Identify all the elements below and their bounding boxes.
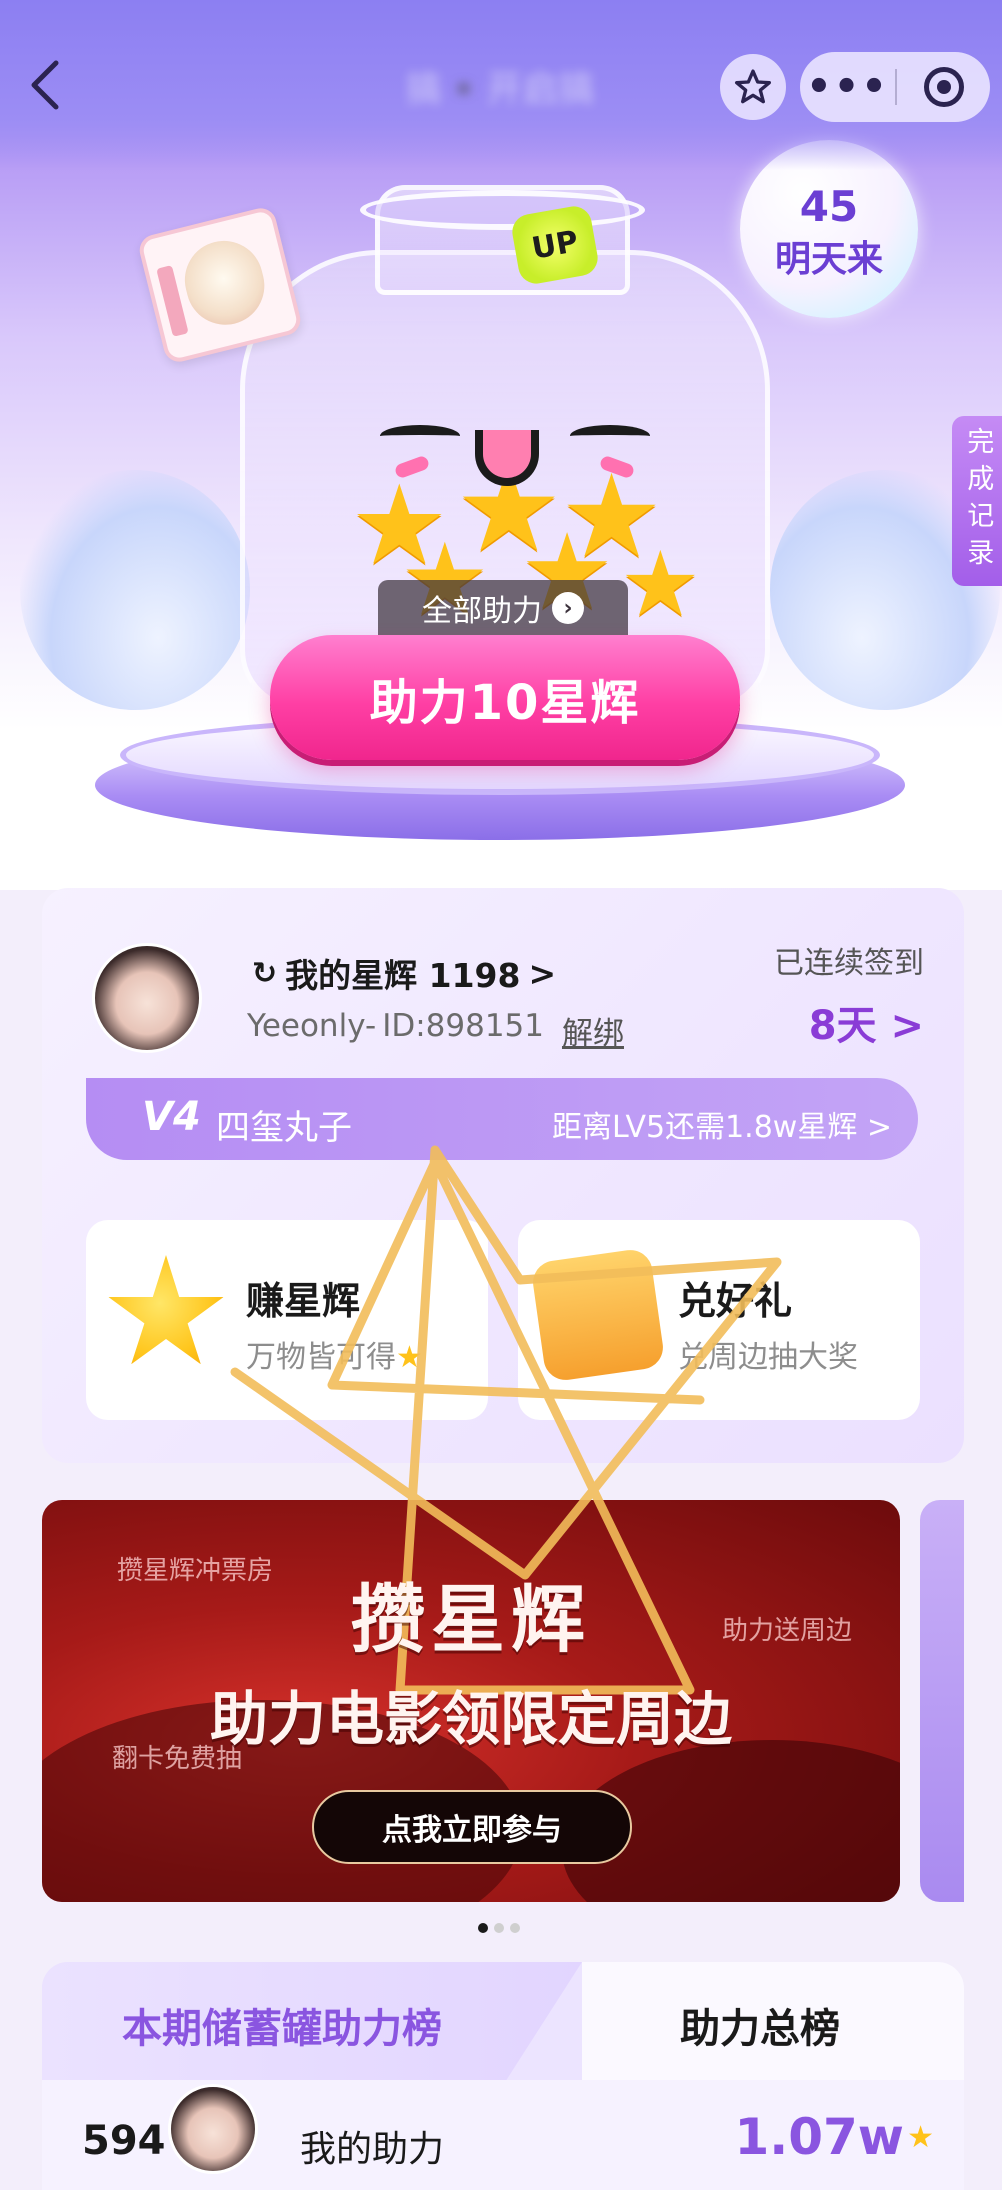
star-mascot-icon [108, 1255, 224, 1365]
user-id: ID:898151 [382, 1008, 544, 1044]
more-dots-icon: ••• [806, 64, 889, 110]
all-help-label: 全部助力 [422, 594, 542, 629]
ranking-panel: 本期储蓄罐助力榜 助力总榜 594 我的助力 1.07w ★ [42, 1962, 964, 2190]
next-level-text: 距离LV5还需1.8w星辉 > [552, 1110, 892, 1145]
signed-in-days[interactable]: 8天 > [809, 993, 924, 1051]
carousel-dot[interactable] [478, 1923, 488, 1933]
redeem-gifts-subtitle: 兑周边抽大奖 [678, 1340, 858, 1375]
avatar [168, 2084, 258, 2174]
redeem-gifts-title: 兑好礼 [678, 1279, 793, 1323]
decor-leaves-left [20, 470, 250, 710]
more-button[interactable]: ••• [800, 64, 895, 110]
level-name: 四玺丸子 [216, 1108, 352, 1148]
my-rank-position: 594 [82, 2118, 166, 2164]
bubble-number: 45 [799, 182, 859, 231]
nav-title: 搞▪️开启搞 [405, 69, 595, 110]
jar-star-icon: ★ [620, 532, 701, 637]
gift-box-icon [530, 1247, 666, 1383]
chevron-right-icon: > [528, 953, 557, 993]
all-help-link[interactable]: 全部助力 › [378, 580, 628, 636]
bubble-text: 明天来 [774, 239, 883, 280]
profile-card: ↻ 我的星辉 1198 > Yeeonly- ID:898151 解绑 已连续签… [42, 888, 964, 1463]
tab-total-label: 助力总榜 [680, 2006, 840, 2052]
tab-total-ranking[interactable]: 助力总榜 [582, 1962, 964, 2080]
refresh-icon[interactable]: ↻ [252, 956, 277, 991]
small-star-icon: ★ [396, 1340, 423, 1375]
favorite-button[interactable] [720, 54, 786, 120]
movie-promo-banner[interactable]: 攒星辉冲票房 助力送周边 翻卡免费抽 攒星辉 助力电影领限定周边 点我立即参与 [42, 1500, 900, 1902]
up-badge: UP [509, 203, 601, 287]
my-points-label: 我的星辉 1198 [285, 956, 521, 995]
carousel-dots [478, 1923, 520, 1933]
level-badge: V4 [142, 1094, 201, 1140]
my-help-label: 我的助力 [300, 2129, 445, 2170]
user-info-line: Yeeonly- ID:898151 解绑 [247, 1008, 624, 1053]
hero-section: UP ★ ★ ★ ★ ★ ★ 45 明天来 完成记录 全部助力 › 助力10星辉… [0, 0, 1002, 890]
help-ten-stars-button[interactable]: 助力10星辉 [270, 635, 740, 760]
username: Yeeonly- [247, 1008, 377, 1044]
jar-face-eye-right [570, 425, 650, 447]
signed-in-label: 已连续签到 [774, 946, 924, 981]
level-progress-bar[interactable]: V4 四玺丸子 距离LV5还需1.8w星辉 > [86, 1078, 918, 1160]
close-mini-program-button[interactable] [897, 67, 990, 107]
avatar[interactable] [92, 943, 202, 1053]
star-jar-lip [360, 190, 645, 230]
banner-subheadline: 助力电影领限定周边 [209, 1685, 732, 1753]
mini-program-capsule: ••• [800, 52, 990, 122]
earn-stars-subtitle-text: 万物皆可得 [246, 1340, 396, 1375]
tab-current-label: 本期储蓄罐助力榜 [122, 2006, 442, 2052]
my-help-value: 1.07w [734, 2108, 904, 2166]
star-outline-icon [735, 69, 771, 104]
my-rank-row[interactable]: 594 我的助力 1.07w ★ [42, 2080, 964, 2190]
unbind-link[interactable]: 解绑 [562, 1008, 624, 1053]
top-nav-bar: 搞▪️开启搞 ••• [0, 0, 1002, 170]
redeem-gifts-card[interactable]: 兑好礼 兑周边抽大奖 [518, 1220, 920, 1420]
banner-headline: 攒星辉 [351, 1577, 591, 1663]
chevron-right-circle-icon: › [552, 592, 584, 624]
chevron-left-icon [31, 60, 59, 110]
record-tab-label: 完成记录 [962, 427, 994, 575]
target-circle-icon [923, 67, 964, 107]
back-button[interactable] [20, 50, 70, 120]
completion-record-tab[interactable]: 完成记录 [952, 416, 1002, 586]
tab-current-period-ranking[interactable]: 本期储蓄罐助力榜 [42, 1962, 582, 2080]
next-banner-peek[interactable] [920, 1500, 964, 1902]
join-now-button[interactable]: 点我立即参与 [312, 1790, 632, 1864]
tag-character-image [176, 232, 273, 334]
my-points-link[interactable]: ↻ 我的星辉 1198 > [252, 948, 556, 998]
earn-stars-title: 赚星辉 [246, 1279, 361, 1323]
jar-face-eye-left [380, 425, 460, 447]
earn-stars-subtitle: 万物皆可得★ [246, 1332, 423, 1376]
carousel-dot[interactable] [494, 1923, 504, 1933]
small-star-icon: ★ [907, 2120, 934, 2155]
earn-stars-card[interactable]: 赚星辉 万物皆可得★ [86, 1220, 488, 1420]
carousel-dot[interactable] [510, 1923, 520, 1933]
